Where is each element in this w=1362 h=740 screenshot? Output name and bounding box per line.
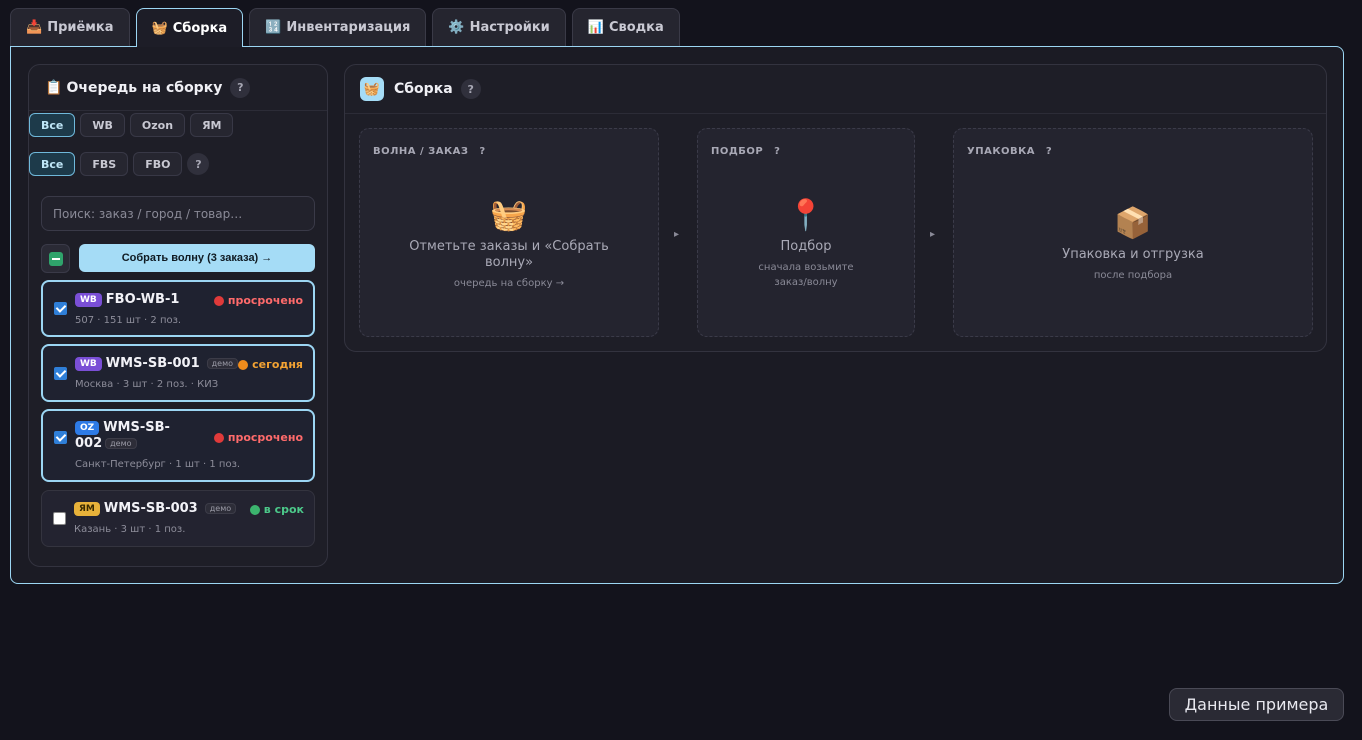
order-meta: 507 · 151 шт · 2 поз.	[75, 315, 182, 326]
package-icon: 📦	[1114, 206, 1152, 241]
order-meta: Казань · 3 шт · 1 поз.	[74, 524, 186, 535]
filter-mp-ozon[interactable]: Ozon	[129, 113, 186, 137]
bar-chart-icon: 📊	[587, 20, 604, 35]
filter-scheme-fbo[interactable]: FBO	[133, 152, 183, 176]
help-button[interactable]: ?	[1041, 143, 1057, 159]
build-wave-button[interactable]: Собрать волну (3 заказа) →	[79, 244, 315, 272]
order-id-cont: 002	[75, 436, 103, 451]
stage-label: ПОДБОР ?	[711, 143, 785, 159]
order-checkbox[interactable]	[54, 367, 67, 380]
stage-packing: УПАКОВКА ? 📦 Упаковка и отгрузка после п…	[953, 128, 1313, 337]
assembly-panel: 📋 Очередь на сборку ? Все WB Ozon ЯМ Все…	[10, 46, 1344, 584]
stage-hint: Подбор	[780, 239, 832, 254]
help-button[interactable]: ?	[230, 77, 251, 98]
status-text: сегодня	[252, 358, 303, 371]
order-card[interactable]: WB WMS-SB-001 демо сегодня Москва · 3 шт…	[41, 344, 315, 402]
queue-panel: 📋 Очередь на сборку ? Все WB Ozon ЯМ Все…	[28, 64, 328, 567]
tab-label: Настройки	[469, 20, 550, 35]
help-button[interactable]: ?	[460, 79, 481, 99]
tab-summary[interactable]: 📊 Сводка	[571, 8, 680, 46]
queue-header: 📋 Очередь на сборку ?	[29, 65, 327, 111]
stage-picking: ПОДБОР ? 📍 Подбор сначала возьмите заказ…	[697, 128, 915, 337]
scheme-filter: Все FBS FBO ?	[29, 152, 210, 176]
marketplace-badge: OZ	[75, 420, 100, 435]
order-meta: Москва · 3 шт · 2 поз. · КИЗ	[75, 379, 219, 390]
help-button[interactable]: ?	[769, 143, 785, 159]
tab-label: Приёмка	[47, 20, 114, 35]
stage-subhint: после подбора	[1093, 270, 1173, 281]
pin-icon: 📍	[787, 198, 825, 233]
order-checkbox[interactable]	[54, 431, 67, 444]
status-text: в срок	[263, 503, 304, 516]
tab-label: Сводка	[608, 20, 664, 35]
gear-icon: ⚙️	[448, 20, 465, 35]
marketplace-badge: ЯМ	[74, 501, 100, 516]
green-circle-icon	[249, 504, 260, 515]
order-card[interactable]: OZ WMS-SB- 002 демо просрочено Санкт-Пет…	[41, 409, 315, 482]
numbers-icon: 🔢	[265, 20, 282, 35]
red-circle-icon	[213, 295, 224, 306]
stage-label: УПАКОВКА ?	[967, 143, 1057, 159]
tab-label: Сборка	[172, 20, 228, 36]
select-all-checkbox[interactable]	[41, 244, 70, 273]
red-circle-icon	[213, 432, 224, 443]
order-meta: Санкт-Петербург · 1 шт · 1 поз.	[75, 459, 241, 470]
assembly-header: 🧺 Сборка ?	[345, 65, 1326, 114]
basket-icon: 🧺	[360, 77, 384, 101]
marketplace-filter: Все WB Ozon ЯМ	[29, 113, 234, 137]
arrow-right-icon: ▸	[930, 229, 936, 240]
order-id: WMS-SB-003	[103, 501, 198, 516]
stage-label: ВОЛНА / ЗАКАЗ ?	[373, 143, 491, 159]
filter-mp-all[interactable]: Все	[29, 113, 76, 137]
filter-mp-wb[interactable]: WB	[80, 113, 125, 137]
basket-icon: 🧺	[151, 20, 168, 36]
assembly-title: Сборка	[394, 81, 453, 97]
demo-badge: демо	[204, 503, 237, 514]
order-id: FBO-WB-1	[105, 292, 180, 307]
search-input[interactable]	[41, 196, 315, 231]
tab-assembly[interactable]: 🧺 Сборка	[135, 8, 244, 47]
orange-circle-icon	[238, 359, 249, 370]
stage-subhint: сначала возьмите заказ/волну	[758, 262, 854, 288]
tab-inventory[interactable]: 🔢 Инвентаризация	[249, 8, 427, 46]
tab-receiving[interactable]: 📥 Приёмка	[10, 8, 130, 46]
queue-title: Очередь на сборку	[66, 79, 223, 96]
tab-label: Инвентаризация	[286, 20, 411, 35]
help-button[interactable]: ?	[475, 143, 491, 159]
status-badge: в срок	[249, 503, 304, 516]
status-badge: просрочено	[213, 294, 303, 307]
status-badge: просрочено	[213, 431, 303, 444]
stage-hint: Отметьте заказы и «Собрать волну»	[409, 239, 609, 270]
order-checkbox[interactable]	[53, 512, 66, 525]
queue-link[interactable]: очередь на сборку →	[360, 276, 658, 291]
arrow-right-icon: ▸	[674, 229, 680, 240]
status-text: просрочено	[227, 431, 303, 444]
assembly-workflow: 🧺 Сборка ? ВОЛНА / ЗАКАЗ ? 🧺 Отметьте за…	[344, 64, 1327, 352]
inbox-tray-icon: 📥	[26, 20, 43, 35]
help-button[interactable]: ?	[187, 153, 210, 175]
filter-scheme-all[interactable]: Все	[29, 152, 76, 176]
order-card[interactable]: ЯМ WMS-SB-003 демо в срок Казань · 3 шт …	[41, 490, 315, 547]
stage-hint: Упаковка и отгрузка	[1062, 247, 1204, 262]
example-data-button[interactable]: Данные примера	[1169, 688, 1344, 721]
basket-icon: 🧺	[490, 198, 528, 233]
filter-scheme-fbs[interactable]: FBS	[80, 152, 129, 176]
clipboard-icon: 📋	[45, 79, 63, 96]
order-checkbox[interactable]	[54, 302, 67, 315]
filter-mp-ym[interactable]: ЯМ	[190, 113, 234, 137]
tab-bar: 📥 Приёмка 🧺 Сборка 🔢 Инвентаризация ⚙️ Н…	[10, 8, 680, 47]
tab-settings[interactable]: ⚙️ Настройки	[432, 8, 566, 46]
demo-badge: демо	[206, 358, 239, 369]
order-id: WMS-SB-	[103, 420, 170, 435]
status-text: просрочено	[227, 294, 303, 307]
marketplace-badge: WB	[75, 356, 102, 371]
order-card[interactable]: WB FBO-WB-1 просрочено 507 · 151 шт · 2 …	[41, 280, 315, 337]
order-id: WMS-SB-001	[105, 356, 200, 371]
demo-badge: демо	[105, 438, 137, 449]
stage-wave: ВОЛНА / ЗАКАЗ ? 🧺 Отметьте заказы и «Соб…	[359, 128, 659, 337]
status-badge: сегодня	[238, 358, 303, 371]
marketplace-badge: WB	[75, 292, 102, 307]
